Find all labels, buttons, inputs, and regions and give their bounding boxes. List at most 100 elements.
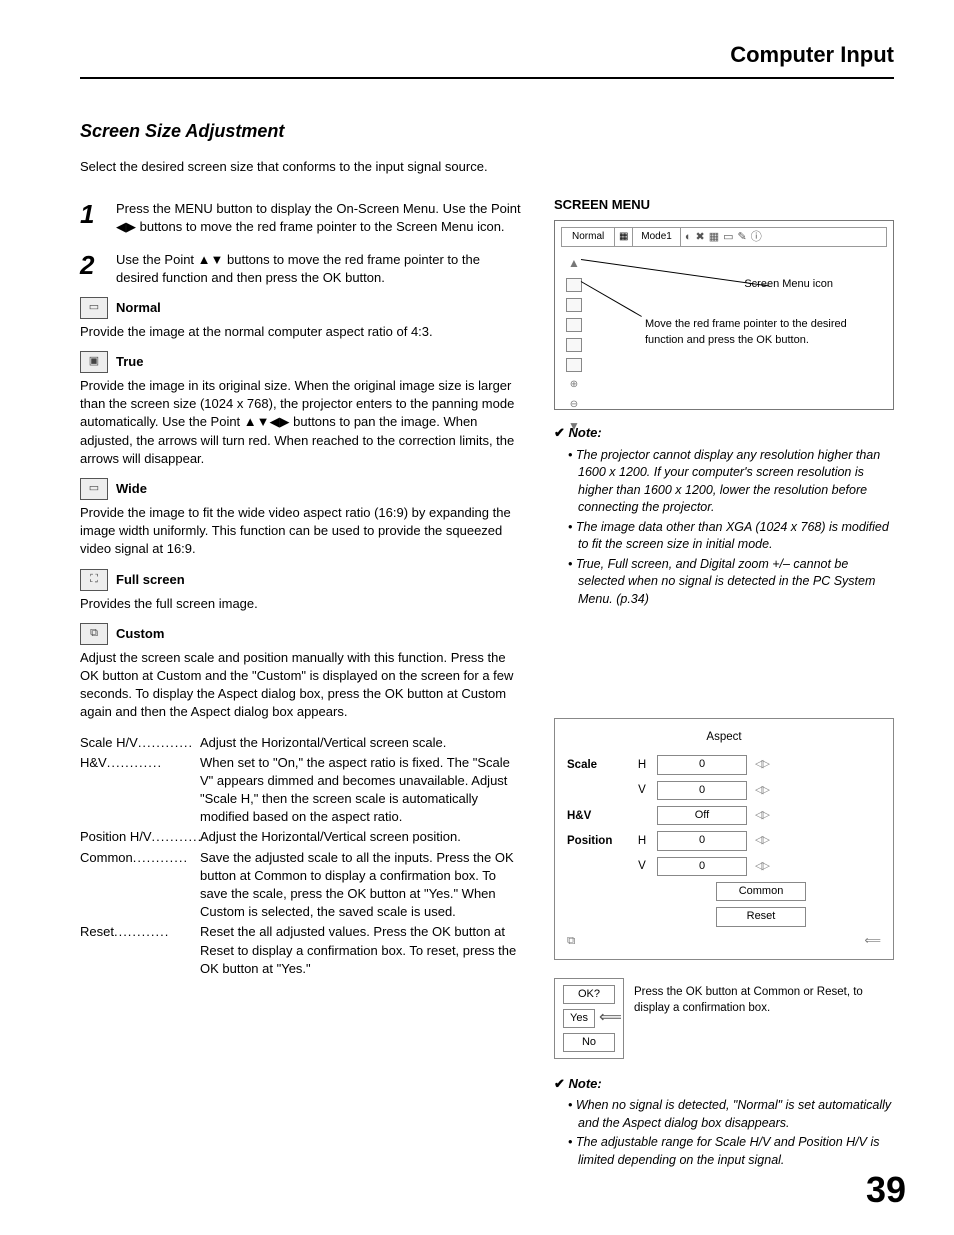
ok-no: No (563, 1033, 615, 1052)
ok-question: OK? (563, 985, 615, 1004)
feature-desc: Provides the full screen image. (80, 595, 524, 613)
aspect-title: Aspect (567, 729, 881, 745)
note-item: The adjustable range for Scale H/V and P… (568, 1134, 894, 1169)
step-number: 2 (80, 247, 116, 287)
callout-instruction: Move the red frame pointer to the desire… (645, 317, 865, 348)
feature-fullscreen: ⛶ Full screen (80, 569, 524, 591)
def-body: Reset the all adjusted values. Press the… (200, 923, 524, 978)
menu-option-icon (566, 338, 582, 352)
label-position: Position (567, 833, 627, 849)
back-arrow-icon: ⟸ (865, 933, 882, 949)
label-h: H (635, 833, 649, 849)
menu-option-icon (566, 358, 582, 372)
label-hv: H&V (567, 808, 627, 824)
def-term: Scale H/V (80, 735, 138, 750)
def-body: When set to "On," the aspect ratio is fi… (200, 754, 524, 827)
feature-desc: Provide the image at the normal computer… (80, 323, 524, 341)
intro-text: Select the desired screen size that conf… (80, 158, 894, 176)
left-right-icon: ◁▷ (755, 757, 768, 772)
callout-screen-menu-icon: Screen Menu icon (744, 277, 833, 292)
def-body: Adjust the Horizontal/Vertical screen sc… (200, 734, 524, 752)
screen-menu-figure: Normal ▦ Mode1 ◐✖▦▭✎ⓘ ▲ ⊕ ⊖ ▼ S (554, 220, 894, 410)
feature-desc: Adjust the screen scale and position man… (80, 649, 524, 722)
left-arrow-icon: ⟸ (599, 1007, 622, 1029)
menu-bar: Normal ▦ Mode1 ◐✖▦▭✎ⓘ (561, 227, 887, 247)
feature-normal: ▭ Normal (80, 297, 524, 319)
ok-instruction: Press the OK button at Common or Reset, … (634, 978, 894, 1016)
note-title: Note: (554, 1075, 894, 1093)
left-right-icon: ◁▷ (755, 859, 768, 874)
feature-label: Wide (116, 480, 147, 498)
page-number: 39 (866, 1165, 906, 1215)
step-1: 1 Press the MENU button to display the O… (80, 196, 524, 236)
button-reset: Reset (716, 907, 806, 926)
up-arrow-icon: ▲ (568, 255, 580, 272)
value-scale-v: 0 (657, 781, 747, 800)
feature-label: Normal (116, 299, 161, 317)
ok-yes: Yes (563, 1009, 595, 1028)
note-item: The image data other than XGA (1024 x 76… (568, 519, 894, 554)
screen-icon: ▭ (80, 478, 108, 500)
value-hv: Off (657, 806, 747, 825)
feature-label: Full screen (116, 571, 185, 589)
left-right-icon: ◁▷ (755, 833, 768, 848)
label-h: H (635, 757, 649, 773)
step-text: Press the MENU button to display the On-… (116, 196, 524, 236)
label-v: V (635, 858, 649, 874)
label-scale: Scale (567, 757, 627, 773)
feature-label: Custom (116, 625, 164, 643)
ok-confirmation: OK? Yes ⟸ No Press the OK button at Comm… (554, 978, 894, 1059)
menu-mode: Mode1 (633, 228, 681, 246)
value-scale-h: 0 (657, 755, 747, 774)
left-right-icon: ◁▷ (755, 783, 768, 798)
def-hv: H&V When set to "On," the aspect ratio i… (80, 754, 524, 827)
step-number: 1 (80, 196, 116, 236)
menu-option-icon (566, 298, 582, 312)
note-list-1: The projector cannot display any resolut… (568, 447, 894, 609)
def-term: Position H/V (80, 829, 152, 844)
feature-true: ▣ True (80, 351, 524, 373)
def-common: Common Save the adjusted scale to all th… (80, 849, 524, 922)
screen-icon: ⧉ (80, 623, 108, 645)
zoom-out-icon: ⊖ (570, 398, 578, 412)
menu-left-icons: ▲ ⊕ ⊖ ▼ (565, 255, 583, 435)
callout-line (581, 281, 642, 317)
def-body: Adjust the Horizontal/Vertical screen po… (200, 828, 524, 846)
def-term: Reset (80, 924, 114, 939)
ok-dialog: OK? Yes ⟸ No (554, 978, 624, 1059)
feature-desc: Provide the image to fit the wide video … (80, 504, 524, 559)
screen-icon: ▣ (80, 351, 108, 373)
callout-line (581, 259, 769, 286)
label-v: V (635, 782, 649, 798)
button-common: Common (716, 882, 806, 901)
def-body: Save the adjusted scale to all the input… (200, 849, 524, 922)
value-position-h: 0 (657, 831, 747, 850)
menu-option-icon (566, 318, 582, 332)
menu-icon: ▦ (615, 228, 633, 246)
page-header: Computer Input (80, 40, 894, 79)
step-2: 2 Use the Point ▲▼ buttons to move the r… (80, 247, 524, 287)
screen-icon: ▭ (80, 297, 108, 319)
def-reset: Reset Reset the all adjusted values. Pre… (80, 923, 524, 978)
left-right-icon: ◁▷ (755, 808, 768, 823)
menu-option-icon (566, 278, 582, 292)
note-item: When no signal is detected, "Normal" is … (568, 1097, 894, 1132)
def-scale-hv: Scale H/V Adjust the Horizontal/Vertical… (80, 734, 524, 752)
feature-custom: ⧉ Custom (80, 623, 524, 645)
def-term: Common (80, 850, 133, 865)
step-text: Use the Point ▲▼ buttons to move the red… (116, 247, 524, 287)
zoom-in-icon: ⊕ (570, 378, 578, 392)
feature-wide: ▭ Wide (80, 478, 524, 500)
note-item: The projector cannot display any resolut… (568, 447, 894, 517)
menu-icons: ◐✖▦▭✎ⓘ (681, 230, 886, 245)
aspect-dialog: Aspect Scale H 0 ◁▷ V 0 ◁▷ H&V Off (554, 718, 894, 960)
section-title: Screen Size Adjustment (80, 119, 894, 144)
down-arrow-icon: ▼ (568, 418, 580, 435)
note-item: True, Full screen, and Digital zoom +/– … (568, 556, 894, 609)
note-list-2: When no signal is detected, "Normal" is … (568, 1097, 894, 1169)
menu-tab-normal: Normal (562, 228, 615, 246)
def-term: H&V (80, 755, 107, 770)
def-position-hv: Position H/V Adjust the Horizontal/Verti… (80, 828, 524, 846)
custom-icon: ⧉ (567, 933, 575, 949)
feature-label: True (116, 353, 143, 371)
